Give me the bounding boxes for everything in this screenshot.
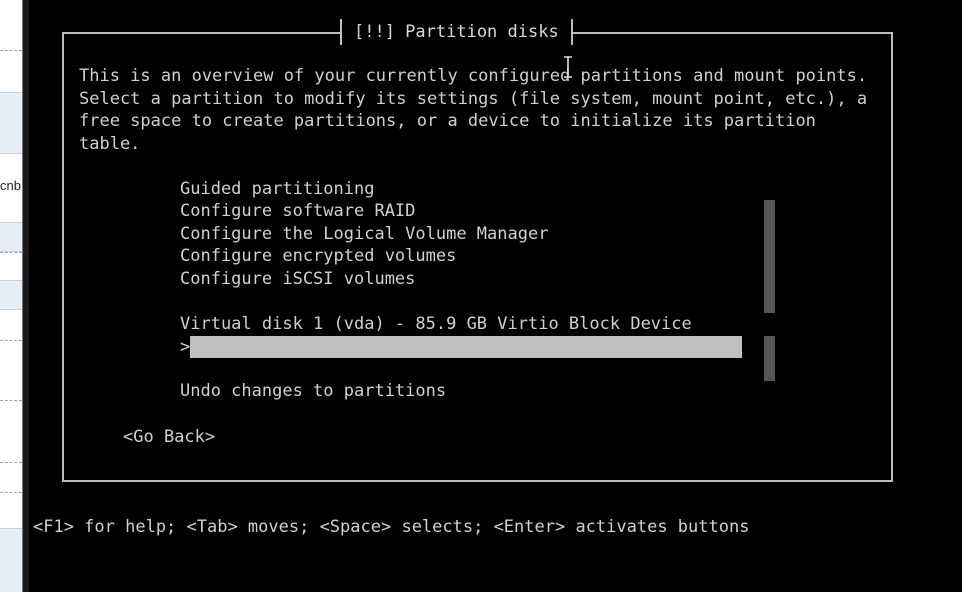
background-text-fragment: cnb	[0, 178, 21, 193]
background-row	[0, 92, 22, 154]
dialog-title: [!!] Partition disks	[340, 19, 573, 45]
background-row	[0, 222, 22, 252]
scrollbar-thumb[interactable]	[764, 336, 775, 381]
menu-item-undo-changes[interactable]: Undo changes to partitions	[180, 380, 446, 402]
menu-item-iscsi-volumes[interactable]: Configure iSCSI volumes	[180, 268, 415, 290]
divider	[0, 492, 22, 493]
text-cursor-icon	[564, 56, 572, 78]
divider	[0, 462, 22, 463]
scrollbar-track[interactable]	[764, 200, 775, 313]
menu-item-lvm[interactable]: Configure the Logical Volume Manager	[180, 223, 548, 245]
free-space-size: 85.9 GB	[290, 359, 362, 379]
divider	[0, 252, 22, 253]
selection-marker: >	[180, 337, 191, 357]
free-space-row[interactable]: 85.9 GB FREE SPACE	[190, 336, 742, 401]
go-back-button[interactable]: <Go Back>	[123, 426, 215, 448]
menu-item-guided-partitioning[interactable]: Guided partitioning	[180, 178, 374, 200]
background-window-strip: cnb	[0, 0, 22, 592]
dialog-description: This is an overview of your currently co…	[79, 66, 878, 154]
help-footer: <F1> for help; <Tab> moves; <Space> sele…	[33, 517, 750, 537]
divider	[0, 340, 22, 341]
free-space-label: FREE SPACE	[438, 381, 541, 401]
screen: cnb [!!] Partition disks This is an over…	[0, 0, 962, 592]
menu-item-encrypted-volumes[interactable]: Configure encrypted volumes	[180, 245, 456, 267]
window-edge	[22, 0, 29, 592]
background-row	[0, 528, 22, 592]
divider	[0, 50, 22, 51]
disk-device-row[interactable]: Virtual disk 1 (vda) - 85.9 GB Virtio Bl…	[180, 313, 692, 335]
menu-item-software-raid[interactable]: Configure software RAID	[180, 200, 415, 222]
background-row	[0, 280, 22, 310]
divider	[0, 400, 22, 401]
